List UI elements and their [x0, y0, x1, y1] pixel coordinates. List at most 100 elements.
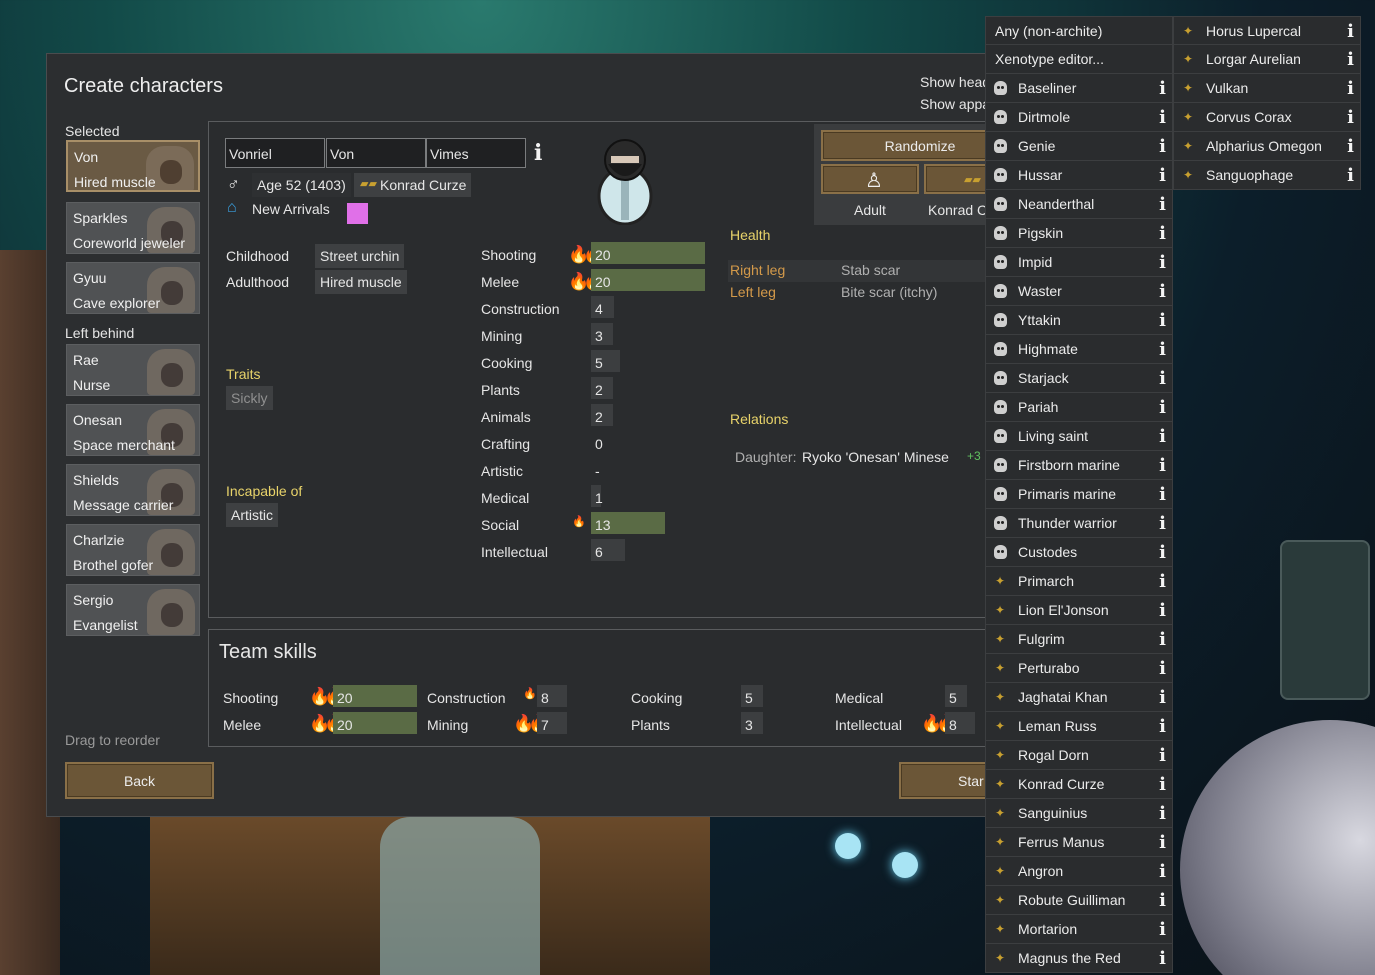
info-icon[interactable]: i [1159, 600, 1166, 621]
info-icon[interactable]: i [1159, 165, 1166, 186]
childhood-backstory[interactable]: Street urchin [315, 244, 405, 268]
info-icon[interactable]: i [1159, 803, 1166, 824]
xenotype-option[interactable]: Pigskin i [985, 219, 1173, 248]
info-icon[interactable]: i [1159, 339, 1166, 360]
xenotype-option[interactable]: ✦ Alpharius Omegon i [1173, 132, 1361, 161]
xenotype-option[interactable]: Any (non-archite) [985, 16, 1173, 45]
faction-label[interactable]: New Arrivals [252, 201, 330, 217]
info-icon[interactable]: i [1159, 455, 1166, 476]
info-icon[interactable]: i [1159, 629, 1166, 650]
xenotype-option[interactable]: ✦ Corvus Corax i [1173, 103, 1361, 132]
info-icon[interactable]: i [1159, 223, 1166, 244]
xenotype-option[interactable]: ✦ Konrad Curze i [985, 770, 1173, 799]
xenotype-option[interactable]: Neanderthal i [985, 190, 1173, 219]
info-icon[interactable]: i [1159, 774, 1166, 795]
info-icon[interactable]: i [1159, 136, 1166, 157]
xenotype-option[interactable]: Thunder warrior i [985, 509, 1173, 538]
adult-stage-button[interactable]: ♙ [821, 164, 919, 194]
xenotype-option[interactable]: Impid i [985, 248, 1173, 277]
info-icon[interactable]: i [1347, 78, 1354, 99]
info-icon[interactable]: i [1159, 484, 1166, 505]
xenotype-tag[interactable]: ▰▰ Konrad Curze [354, 173, 472, 197]
pawn-card[interactable]: Charlzie Brothel gofer [66, 524, 200, 576]
xenotype-option[interactable]: Pariah i [985, 393, 1173, 422]
info-icon[interactable]: i [1159, 426, 1166, 447]
trait-tag[interactable]: Sickly [226, 386, 273, 410]
xenotype-option[interactable]: ✦ Sanguinius i [985, 799, 1173, 828]
pawn-card[interactable]: Onesan Space merchant [66, 404, 200, 456]
info-icon[interactable]: i [1159, 513, 1166, 534]
xenotype-option[interactable]: ✦ Horus Lupercal i [1173, 16, 1361, 45]
show-apparel-toggle[interactable]: Show appa [920, 96, 990, 112]
xenotype-option[interactable]: ✦ Lorgar Aurelian i [1173, 45, 1361, 74]
xenotype-option[interactable]: Xenotype editor... [985, 45, 1173, 74]
info-icon[interactable]: i [1347, 21, 1354, 42]
xenotype-option[interactable]: ✦ Perturabo i [985, 654, 1173, 683]
info-icon[interactable]: i [1159, 716, 1166, 737]
info-icon[interactable]: i [1159, 658, 1166, 679]
info-icon[interactable]: i [1159, 571, 1166, 592]
pawn-card[interactable]: Sparkles Coreworld jeweler [66, 202, 200, 254]
xenotype-option[interactable]: ✦ Mortarion i [985, 915, 1173, 944]
xenotype-option[interactable]: ✦ Jaghatai Khan i [985, 683, 1173, 712]
pawn-card[interactable]: Gyuu Cave explorer [66, 262, 200, 314]
xenotype-option[interactable]: Yttakin i [985, 306, 1173, 335]
info-icon[interactable]: i [1347, 107, 1354, 128]
xenotype-option[interactable]: Baseliner i [985, 74, 1173, 103]
xenotype-option[interactable]: ✦ Lion El'Jonson i [985, 596, 1173, 625]
relation-name[interactable]: Ryoko 'Onesan' Minese [802, 449, 949, 465]
info-icon[interactable]: i [1159, 310, 1166, 331]
back-button[interactable]: Back [65, 762, 214, 799]
pawn-card[interactable]: Rae Nurse [66, 344, 200, 396]
info-icon[interactable]: i [1159, 397, 1166, 418]
xenotype-option[interactable]: ✦ Magnus the Red i [985, 944, 1173, 973]
info-icon[interactable]: i [1159, 745, 1166, 766]
xenotype-option[interactable]: ✦ Sanguophage i [1173, 161, 1361, 190]
xenotype-option[interactable]: ✦ Angron i [985, 857, 1173, 886]
xenotype-option[interactable]: Waster i [985, 277, 1173, 306]
xenotype-option[interactable]: ✦ Fulgrim i [985, 625, 1173, 654]
first-name-field[interactable]: Vonriel [225, 138, 325, 168]
xenotype-option[interactable]: ✦ Robute Guilliman i [985, 886, 1173, 915]
info-icon[interactable]: i [1347, 165, 1354, 186]
xenotype-option[interactable]: Highmate i [985, 335, 1173, 364]
pawn-card[interactable]: Sergio Evangelist [66, 584, 200, 636]
xenotype-option[interactable]: Hussar i [985, 161, 1173, 190]
xenotype-option[interactable]: Genie i [985, 132, 1173, 161]
xenotype-option[interactable]: ✦ Primarch i [985, 567, 1173, 596]
info-icon[interactable]: i [1347, 49, 1354, 70]
info-icon[interactable]: i [1159, 368, 1166, 389]
xenotype-option[interactable]: ✦ Leman Russ i [985, 712, 1173, 741]
info-icon[interactable]: i [1159, 687, 1166, 708]
favorite-color-swatch[interactable] [347, 203, 368, 224]
info-icon[interactable]: i [1347, 136, 1354, 157]
pawn-card-selected[interactable]: Von Hired muscle [66, 140, 200, 192]
info-icon[interactable]: i [1159, 107, 1166, 128]
xenotype-option[interactable]: ✦ Ferrus Manus i [985, 828, 1173, 857]
xenotype-option[interactable]: ✦ Vulkan i [1173, 74, 1361, 103]
info-icon[interactable]: i [1159, 281, 1166, 302]
show-headgear-toggle[interactable]: Show head [920, 74, 990, 90]
info-icon[interactable]: i [1159, 861, 1166, 882]
info-icon[interactable]: i [1159, 78, 1166, 99]
xenotype-option[interactable]: Dirtmole i [985, 103, 1173, 132]
info-icon[interactable]: i [1159, 919, 1166, 940]
xenotype-option[interactable]: Custodes i [985, 538, 1173, 567]
age-label[interactable]: Age 52 (1403) [252, 173, 351, 197]
info-icon[interactable]: i [1159, 948, 1166, 969]
nickname-field[interactable]: Von [326, 138, 426, 168]
xenotype-option[interactable]: ✦ Rogal Dorn i [985, 741, 1173, 770]
info-icon[interactable]: i [1159, 890, 1166, 911]
info-icon[interactable]: i [1159, 252, 1166, 273]
incapable-tag[interactable]: Artistic [226, 503, 278, 527]
xenotype-option[interactable]: Living saint i [985, 422, 1173, 451]
xenotype-option[interactable]: Starjack i [985, 364, 1173, 393]
info-icon[interactable]: i [1159, 832, 1166, 853]
pawn-card[interactable]: Shields Message carrier [66, 464, 200, 516]
last-name-field[interactable]: Vimes [426, 138, 526, 168]
info-icon[interactable]: i [1159, 194, 1166, 215]
info-icon[interactable]: i [1159, 542, 1166, 563]
xenotype-option[interactable]: Primaris marine i [985, 480, 1173, 509]
adulthood-backstory[interactable]: Hired muscle [315, 270, 407, 294]
xenotype-option[interactable]: Firstborn marine i [985, 451, 1173, 480]
